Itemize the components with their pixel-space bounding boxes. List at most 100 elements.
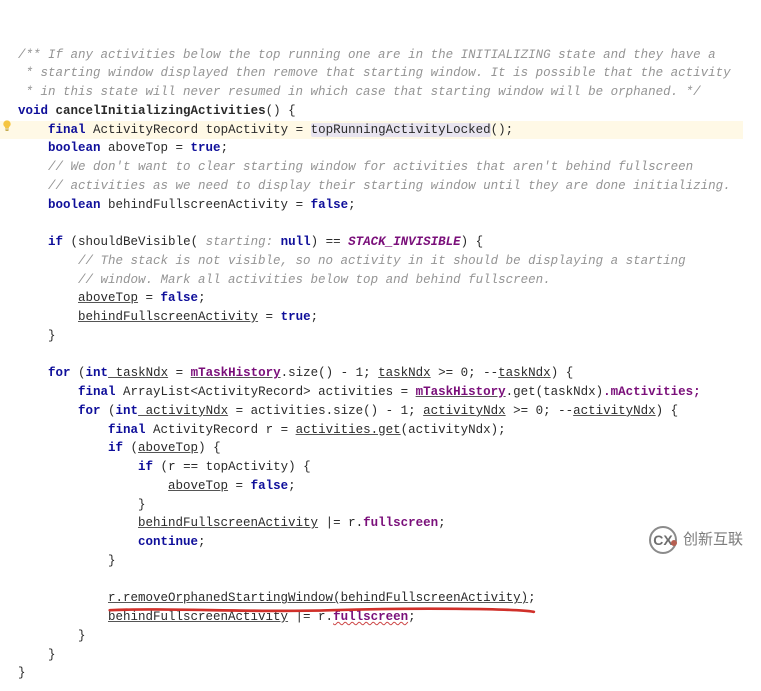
method-name: cancelInitializingActivities xyxy=(56,104,266,118)
close-brace: } xyxy=(78,629,86,643)
line-comment: // window. Mark all activities below top… xyxy=(78,273,551,287)
code-text: ) == xyxy=(311,235,349,249)
keyword-final: final xyxy=(78,385,116,399)
variable: activityNdx xyxy=(138,404,228,418)
code-text: behindFullscreenActivity = xyxy=(101,198,311,212)
keyword-int: int xyxy=(116,404,139,418)
code-text: () { xyxy=(266,104,296,118)
variable: aboveTop xyxy=(78,291,138,305)
code-text: ; xyxy=(438,516,446,530)
close-brace: } xyxy=(18,666,26,680)
keyword-int: int xyxy=(86,366,109,380)
variable: taskNdx xyxy=(108,366,168,380)
code-text: |= r. xyxy=(288,610,333,624)
constant: STACK_INVISIBLE xyxy=(348,235,461,249)
code-text: = xyxy=(168,366,191,380)
watermark-logo-icon: CX xyxy=(649,526,677,554)
keyword-if: if xyxy=(108,441,123,455)
code-text: |= r. xyxy=(318,516,363,530)
code-text: ) { xyxy=(198,441,221,455)
code-text: ; xyxy=(198,291,206,305)
code-text: ( xyxy=(63,235,78,249)
variable: taskNdx xyxy=(498,366,551,380)
code-text: .size() - 1; xyxy=(281,366,379,380)
keyword-false: false xyxy=(251,479,289,493)
keyword-true: true xyxy=(191,141,221,155)
line-comment: // activities as we need to display thei… xyxy=(48,179,731,193)
code-text: aboveTop = xyxy=(101,141,191,155)
type-name: ActivityRecord xyxy=(93,123,198,137)
variable: behindFullscreenActivity xyxy=(78,310,258,324)
keyword-boolean: boolean xyxy=(48,141,101,155)
code-text: ; xyxy=(198,535,206,549)
code-text: ; xyxy=(311,310,319,324)
code-text: (activityNdx); xyxy=(401,423,506,437)
variable: activityNdx xyxy=(573,404,656,418)
keyword-if: if xyxy=(48,235,63,249)
keyword-final: final xyxy=(48,123,86,137)
method-call: shouldBeVisible xyxy=(78,235,191,249)
code-text: = activities.size() - 1; xyxy=(228,404,423,418)
code-text: ; xyxy=(528,591,536,605)
close-brace: } xyxy=(138,498,146,512)
field-ref: mTaskHistory xyxy=(416,385,506,399)
code-text: = xyxy=(258,310,281,324)
code-text: (); xyxy=(491,123,514,137)
method-call: topRunningActivityLocked xyxy=(311,123,491,137)
variable: taskNdx xyxy=(378,366,431,380)
watermark-text: 创新互联 xyxy=(683,529,743,552)
field-ref: mTaskHistory xyxy=(191,366,281,380)
highlighted-line: final ActivityRecord topActivity = topRu… xyxy=(0,121,743,140)
field-ref: fullscreen xyxy=(333,610,408,624)
keyword-for: for xyxy=(78,404,101,418)
watermark: CX 创新互联 xyxy=(649,526,743,554)
keyword-continue: continue xyxy=(138,535,198,549)
method-call: activities.get xyxy=(296,423,401,437)
code-text: ; xyxy=(221,141,229,155)
code-text: ; xyxy=(348,198,356,212)
type-name: ArrayList<ActivityRecord> xyxy=(123,385,311,399)
keyword-false: false xyxy=(311,198,349,212)
variable: aboveTop xyxy=(138,441,198,455)
code-text: ) { xyxy=(461,235,484,249)
close-brace: } xyxy=(48,648,56,662)
field-ref: fullscreen xyxy=(363,516,438,530)
annotated-call: r.removeOrphanedStartingWindow(behindFul… xyxy=(108,589,536,608)
method-call: .get xyxy=(506,385,536,399)
code-text: >= 0; -- xyxy=(431,366,499,380)
javadoc-line: * starting window displayed then remove … xyxy=(18,66,731,80)
javadoc-line: * in this state will never resumed in wh… xyxy=(18,85,701,99)
param-annotation: starting: xyxy=(198,235,281,249)
close-brace: } xyxy=(48,329,56,343)
code-text: ; xyxy=(288,479,296,493)
keyword-if: if xyxy=(138,460,153,474)
code-text: (behindFullscreenActivity) xyxy=(333,591,528,605)
keyword-false: false xyxy=(161,291,199,305)
field-ref: .mActivities; xyxy=(603,385,701,399)
keyword-boolean: boolean xyxy=(48,198,101,212)
variable: aboveTop xyxy=(168,479,228,493)
line-comment: // The stack is not visible, so no activ… xyxy=(78,254,686,268)
code-text: r == topActivity xyxy=(168,460,288,474)
code-editor-view: /** If any activities below the top runn… xyxy=(0,8,761,683)
variable: behindFullscreenActivity xyxy=(138,516,318,530)
code-text: activities = xyxy=(311,385,416,399)
variable: activityNdx xyxy=(423,404,506,418)
method-call: r.removeOrphanedStartingWindow xyxy=(108,591,333,605)
code-text: = xyxy=(228,479,251,493)
code-text: ; xyxy=(408,610,416,624)
code-text: >= 0; -- xyxy=(506,404,574,418)
keyword-null: null xyxy=(281,235,311,249)
line-comment: // We don't want to clear starting windo… xyxy=(48,160,693,174)
code-text: topActivity = xyxy=(198,123,311,137)
code-text: = xyxy=(138,291,161,305)
keyword-true: true xyxy=(281,310,311,324)
intention-bulb-icon[interactable] xyxy=(0,81,14,95)
keyword-for: for xyxy=(48,366,71,380)
code-text: (taskNdx) xyxy=(536,385,604,399)
variable: behindFullscreenActivity xyxy=(108,610,288,624)
keyword-final: final xyxy=(108,423,146,437)
type-name: ActivityRecord xyxy=(153,423,258,437)
code-text: r = xyxy=(258,423,296,437)
javadoc-line: /** If any activities below the top runn… xyxy=(18,48,716,62)
